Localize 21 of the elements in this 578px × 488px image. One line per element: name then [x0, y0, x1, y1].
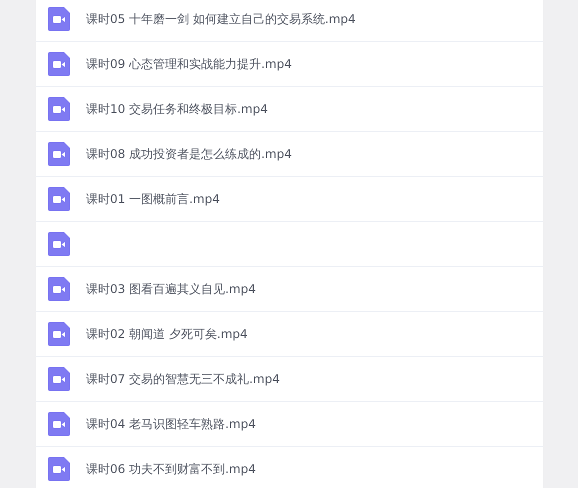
video-file-icon — [48, 457, 70, 481]
video-file-icon — [48, 367, 70, 391]
file-name[interactable]: 课时03 图看百遍其义自见.mp4 — [86, 280, 256, 298]
video-file-icon — [48, 322, 70, 346]
file-name[interactable]: 课时04 老马识图轻车熟路.mp4 — [86, 416, 256, 432]
video-file-icon — [48, 187, 70, 211]
file-name[interactable]: 课时02 朝闻道 夕死可矣.mp4 — [86, 326, 248, 342]
video-file-icon — [48, 232, 70, 256]
video-file-icon — [48, 97, 70, 121]
file-name[interactable]: 课时08 成功投资者是怎么练成的.mp4 — [86, 146, 292, 162]
file-name[interactable]: 课时06 功夫不到财富不到.mp4 — [86, 460, 256, 478]
video-file-icon — [48, 412, 70, 436]
video-file-icon — [48, 277, 70, 301]
file-name[interactable]: 课时10 交易任务和终极目标.mp4 — [86, 100, 268, 118]
video-file-icon — [48, 142, 70, 166]
video-file-icon — [48, 7, 70, 31]
file-name[interactable]: 课时05 十年磨一剑 如何建立自己的交易系统.mp4 — [86, 10, 356, 28]
file-name[interactable]: 课时07 交易的智慧无三不成礼.mp4 — [86, 370, 280, 388]
file-name[interactable]: 课时09 心态管理和实战能力提升.mp4 — [86, 56, 292, 72]
video-file-icon — [48, 52, 70, 76]
file-name[interactable]: 课时01 一图概前言.mp4 — [86, 190, 220, 208]
